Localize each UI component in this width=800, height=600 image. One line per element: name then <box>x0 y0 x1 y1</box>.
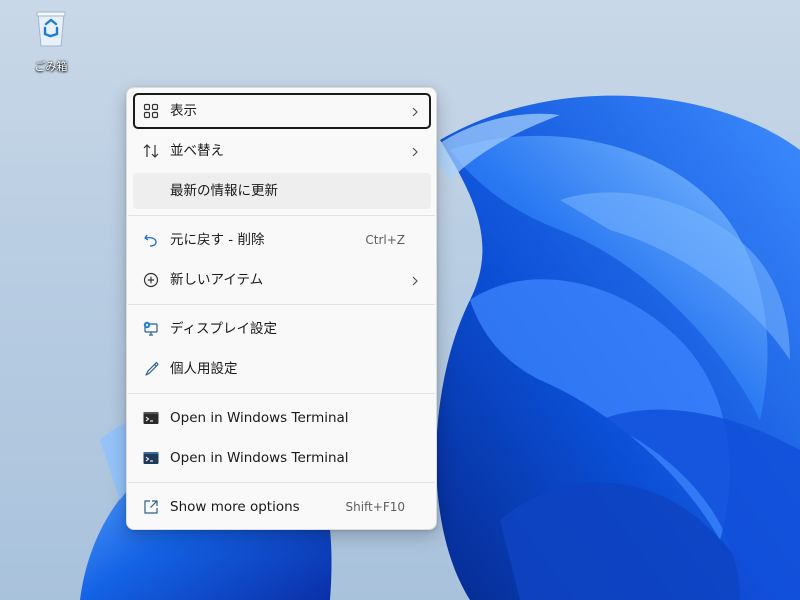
undo-icon <box>142 231 160 249</box>
grid-icon <box>142 102 160 120</box>
terminal-blue-icon <box>142 449 160 467</box>
menu-separator <box>128 482 435 483</box>
menu-item-refresh[interactable]: 最新の情報に更新 <box>133 173 431 209</box>
menu-separator <box>128 393 435 394</box>
menu-item-label: 新しいアイテム <box>170 272 264 288</box>
menu-item-label: 最新の情報に更新 <box>170 183 278 199</box>
menu-item-label: 個人用設定 <box>170 361 238 377</box>
menu-item-label: Open in Windows Terminal <box>170 410 349 426</box>
recycle-bin-label: ごみ箱 <box>34 60 68 73</box>
menu-item-sort[interactable]: 並べ替え <box>133 133 431 169</box>
chevron-right-icon <box>409 104 421 118</box>
menu-item-label: 表示 <box>170 103 197 119</box>
menu-item-display-settings[interactable]: ディスプレイ設定 <box>133 311 431 347</box>
shortcut-label: Ctrl+Z <box>365 233 405 247</box>
menu-item-open-terminal[interactable]: Open in Windows Terminal <box>133 400 431 436</box>
menu-item-undo-delete[interactable]: 元に戻す - 削除 Ctrl+Z <box>133 222 431 258</box>
menu-item-label: 元に戻す - 削除 <box>170 232 265 248</box>
share-icon <box>142 498 160 516</box>
menu-item-open-terminal-admin[interactable]: Open in Windows Terminal <box>133 440 431 476</box>
sort-icon <box>142 142 160 160</box>
menu-item-label: Open in Windows Terminal <box>170 450 349 466</box>
recycle-bin-icon <box>33 8 69 48</box>
menu-item-personalize[interactable]: 個人用設定 <box>133 351 431 387</box>
recycle-bin-desktop-icon[interactable]: ごみ箱 <box>24 6 78 76</box>
terminal-icon <box>142 409 160 427</box>
chevron-right-icon <box>409 273 421 287</box>
shortcut-label: Shift+F10 <box>345 500 405 514</box>
chevron-right-icon <box>409 144 421 158</box>
menu-separator <box>128 215 435 216</box>
menu-item-label: 並べ替え <box>170 143 224 159</box>
desktop[interactable]: ごみ箱 表示 並べ替え 最新の情報に更新 元に戻す - 削除 Ctrl+Z 新し… <box>0 0 800 600</box>
display-settings-icon <box>142 320 160 338</box>
add-circle-icon <box>142 271 160 289</box>
desktop-context-menu: 表示 並べ替え 最新の情報に更新 元に戻す - 削除 Ctrl+Z 新しいアイテ… <box>126 87 437 530</box>
menu-item-new-item[interactable]: 新しいアイテム <box>133 262 431 298</box>
menu-item-show-more-options[interactable]: Show more options Shift+F10 <box>133 489 431 525</box>
menu-separator <box>128 304 435 305</box>
brush-icon <box>142 360 160 378</box>
menu-item-label: ディスプレイ設定 <box>170 321 278 337</box>
menu-item-label: Show more options <box>170 499 300 515</box>
menu-item-view[interactable]: 表示 <box>133 93 431 129</box>
